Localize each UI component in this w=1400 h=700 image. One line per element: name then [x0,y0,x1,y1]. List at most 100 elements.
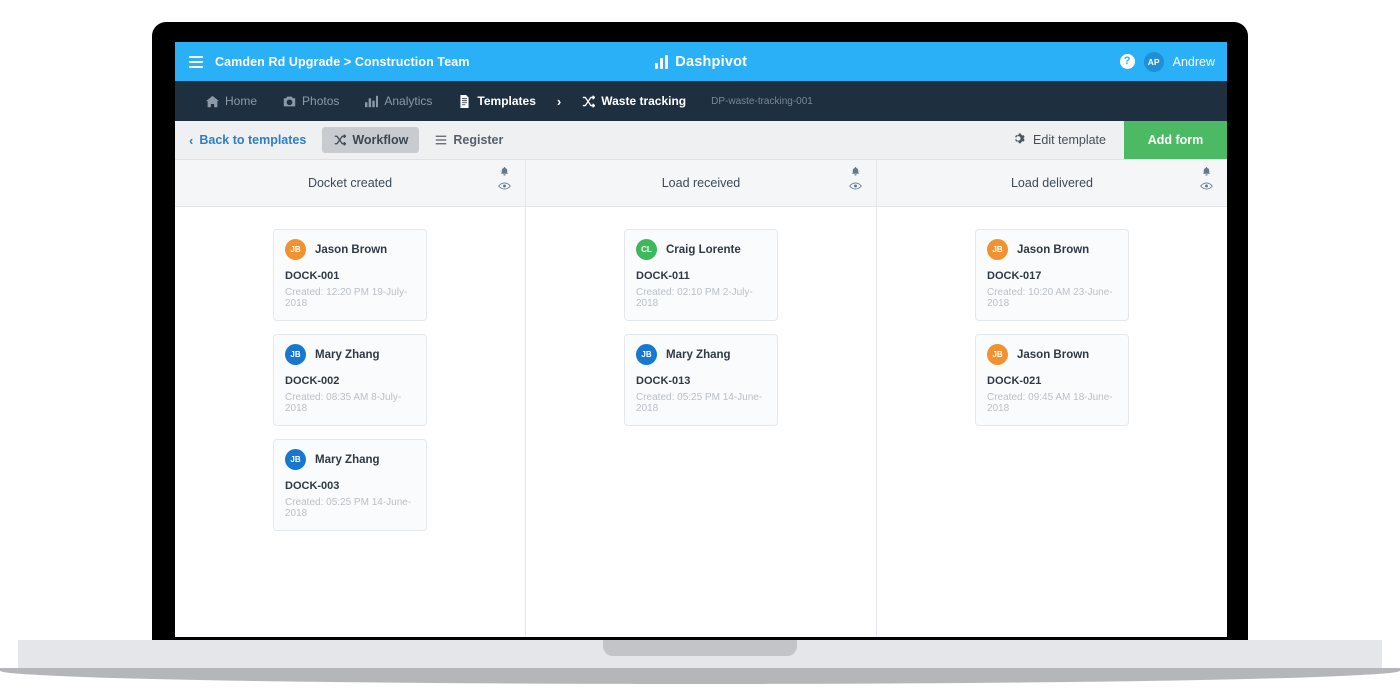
eye-icon[interactable] [498,181,511,191]
card-reference: DOCK-011 [636,270,690,282]
card-reference: DOCK-017 [987,270,1042,282]
card-created-timestamp: Created: 10:20 AM 23-June-2018 [987,287,1113,309]
nav-item-analytics[interactable]: Analytics [352,81,445,121]
home-icon [206,95,219,108]
avatar: JB [285,344,306,365]
workflow-card[interactable]: JB Jason Brown DOCK-017 Created: 10:20 AM 2… [975,229,1129,321]
user-name[interactable]: Andrew [1173,55,1215,69]
avatar[interactable]: AP [1143,51,1164,72]
app-toolbar: ‹ Back to templates Workflow Register Ed… [175,121,1227,160]
back-to-templates-label: Back to templates [199,133,307,147]
nav-item-label: Photos [302,94,340,108]
card-created-timestamp: Created: 12:20 PM 19-July-2018 [285,287,408,309]
board-column: Docket created JB Jason Brown DOCK-001 Creat… [175,160,525,637]
nav-item-waste-tracking[interactable]: Waste tracking [569,81,699,121]
workflow-card[interactable]: JB Mary Zhang DOCK-003 Created: 05:25 PM 14… [273,439,427,531]
workflow-card[interactable]: CL Craig Lorente DOCK-011 Created: 02:10 PM… [624,229,778,321]
card-username: Mary Zhang [315,348,380,361]
laptop-foot [0,668,1400,684]
card-username: Mary Zhang [666,348,731,361]
avatar: JB [987,239,1008,260]
column-header: Load delivered [877,160,1227,207]
workflow-card[interactable]: JB Jason Brown DOCK-001 Created: 12:20 PM 1… [273,229,427,321]
back-to-templates-link[interactable]: ‹ Back to templates [175,121,322,159]
shuffle-icon [333,134,346,147]
card-reference: DOCK-003 [285,480,340,492]
column-actions [498,166,511,191]
card-reference: DOCK-001 [285,270,340,282]
column-body: CL Craig Lorente DOCK-011 Created: 02:10 PM… [526,207,876,426]
avatar: JB [285,449,306,470]
laptop-mockup: Camden Rd Upgrade > Construction Team Da… [0,0,1400,700]
template-code: DP-waste-tracking-001 [711,95,813,107]
card-created-timestamp: Created: 09:45 AM 18-June-2018 [987,392,1113,414]
nav-item-photos[interactable]: Photos [270,81,352,121]
card-username: Jason Brown [1017,243,1090,256]
list-icon [434,134,447,147]
breadcrumb[interactable]: Camden Rd Upgrade > Construction Team [215,55,470,69]
card-user: JB Mary Zhang [636,344,766,365]
card-created-timestamp: Created: 08:35 AM 8-July-2018 [285,392,402,414]
column-body: JB Jason Brown DOCK-001 Created: 12:20 PM 1… [175,207,525,531]
tab-workflow[interactable]: Workflow [322,127,420,153]
avatar: JB [285,239,306,260]
avatar: CL [636,239,657,260]
bell-icon[interactable] [850,166,861,178]
card-reference: DOCK-013 [636,375,691,387]
tab-register[interactable]: Register [423,127,514,153]
bell-icon[interactable] [1201,166,1212,178]
bar-chart-icon [365,95,379,108]
nav-item-label: Waste tracking [601,94,687,108]
card-reference: DOCK-002 [285,375,340,387]
bar-chart-logo-icon [654,54,669,69]
card-created-timestamp: Created: 05:25 PM 14-June-2018 [285,497,412,519]
column-header: Docket created [175,160,525,207]
card-user: JB Jason Brown [987,239,1117,260]
card-created-timestamp: Created: 02:10 PM 2-July-2018 [636,287,753,309]
shuffle-icon [582,94,596,108]
eye-icon[interactable] [849,181,862,191]
toolbar-right: Edit template Add form [995,121,1227,159]
workflow-card[interactable]: JB Jason Brown DOCK-021 Created: 09:45 AM 1… [975,334,1129,426]
card-user: JB Mary Zhang [285,449,415,470]
app-screen: Camden Rd Upgrade > Construction Team Da… [175,42,1227,637]
gear-icon [1013,132,1026,148]
nav-separator: › [556,93,562,109]
card-username: Jason Brown [1017,348,1090,361]
board-column: Load delivered JB Jason Brown DOCK-017 Creat… [876,160,1227,637]
avatar: JB [987,344,1008,365]
card-username: Mary Zhang [315,453,380,466]
topbar-left: Camden Rd Upgrade > Construction Team [189,55,470,69]
card-username: Craig Lorente [666,243,741,256]
card-user: JB Jason Brown [987,344,1117,365]
chevron-left-icon: ‹ [189,132,194,148]
topbar-right: ? AP Andrew [1119,51,1215,72]
nav-item-home[interactable]: Home [193,81,270,121]
column-header: Load received [526,160,876,207]
card-user: JB Jason Brown [285,239,415,260]
column-actions [849,166,862,191]
column-body: JB Jason Brown DOCK-017 Created: 10:20 AM 2… [877,207,1227,426]
edit-template-button[interactable]: Edit template [995,121,1124,159]
card-user: CL Craig Lorente [636,239,766,260]
tab-label: Workflow [352,133,409,147]
bell-icon[interactable] [499,166,510,178]
column-title: Load delivered [1010,176,1093,190]
tab-label: Register [453,133,504,147]
workflow-card[interactable]: JB Mary Zhang DOCK-013 Created: 05:25 PM 14… [624,334,778,426]
camera-icon [283,95,296,108]
column-title: Load received [661,176,741,190]
eye-icon[interactable] [1200,181,1213,191]
laptop-notch [603,640,797,656]
document-icon [458,94,471,108]
nav-item-label: Templates [477,94,536,108]
workflow-board: Docket created JB Jason Brown DOCK-001 Creat… [175,160,1227,637]
app-navbar: Home Photos Analytics Templates › Waste … [175,81,1227,121]
nav-item-templates[interactable]: Templates [445,81,548,121]
card-created-timestamp: Created: 05:25 PM 14-June-2018 [636,392,763,414]
add-form-button[interactable]: Add form [1124,121,1227,159]
help-icon[interactable]: ? [1119,54,1135,69]
brand-name: Dashpivot [675,53,748,70]
workflow-card[interactable]: JB Mary Zhang DOCK-002 Created: 08:35 AM 8-… [273,334,427,426]
hamburger-icon[interactable] [189,55,203,68]
